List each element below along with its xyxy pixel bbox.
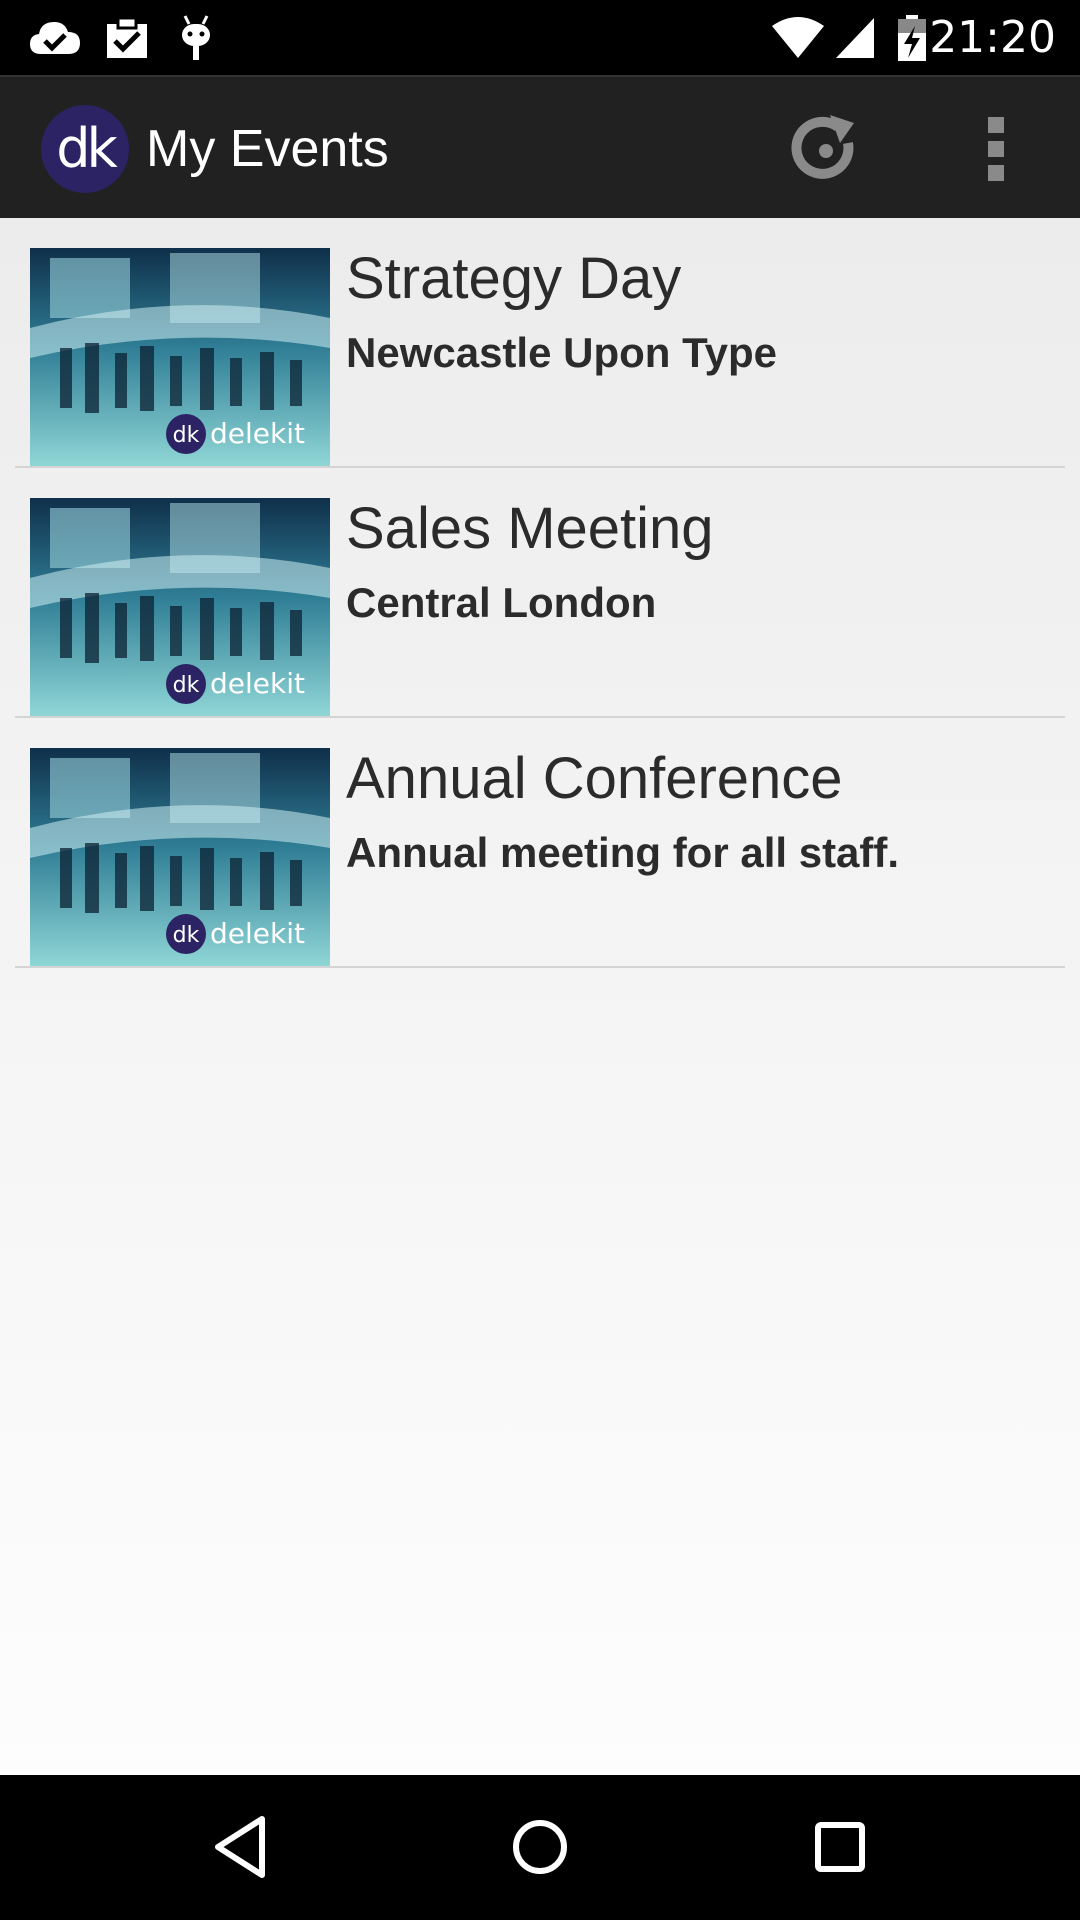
overflow-menu-icon[interactable]	[976, 109, 1016, 189]
thumb-badge: dk	[173, 673, 200, 698]
event-title: Strategy Day	[346, 246, 682, 311]
clipboard-check-icon	[107, 16, 147, 58]
thumb-brand: delekit	[210, 667, 305, 700]
wifi-icon	[772, 17, 824, 58]
thumb-brand: delekit	[210, 917, 305, 950]
event-thumbnail: dk delekit	[30, 748, 330, 966]
app-logo[interactable]: dk	[41, 105, 129, 193]
recents-icon[interactable]	[800, 1807, 880, 1887]
cloud-check-icon	[30, 22, 80, 54]
status-time: 21:20	[929, 12, 1056, 63]
thumb-brand: delekit	[210, 417, 305, 450]
event-item-annual-conference[interactable]: dk delekit Annual Conference Annual meet…	[15, 718, 1065, 968]
page-title: My Events	[146, 120, 389, 178]
event-subtitle: Central London	[346, 579, 657, 626]
event-thumbnail: dk delekit	[30, 498, 330, 716]
signal-icon	[836, 18, 874, 58]
thumb-badge: dk	[173, 923, 200, 948]
event-subtitle: Newcastle Upon Type	[346, 329, 777, 376]
event-item-sales-meeting[interactable]: dk delekit Sales Meeting Central London	[15, 468, 1065, 718]
app-logo-text: dk	[56, 117, 118, 180]
screen: 21:20 dk My Events dk delekit Strategy D…	[0, 0, 1080, 1920]
event-item-strategy-day[interactable]: dk delekit Strategy Day Newcastle Upon T…	[15, 218, 1065, 468]
event-title: Sales Meeting	[346, 496, 714, 561]
refresh-icon[interactable]	[786, 109, 866, 189]
event-thumbnail: dk delekit	[30, 248, 330, 466]
battery-charging-icon	[898, 15, 926, 61]
home-icon[interactable]	[500, 1807, 580, 1887]
status-bar: 21:20	[0, 0, 1080, 75]
thumb-badge: dk	[173, 423, 200, 448]
android-debug-icon	[182, 15, 210, 60]
back-icon[interactable]	[200, 1807, 280, 1887]
event-list: dk delekit Strategy Day Newcastle Upon T…	[0, 218, 1080, 1775]
action-bar: dk My Events	[0, 75, 1080, 218]
event-title: Annual Conference	[346, 746, 843, 811]
navigation-bar	[0, 1775, 1080, 1920]
event-subtitle: Annual meeting for all staff.	[346, 829, 900, 876]
